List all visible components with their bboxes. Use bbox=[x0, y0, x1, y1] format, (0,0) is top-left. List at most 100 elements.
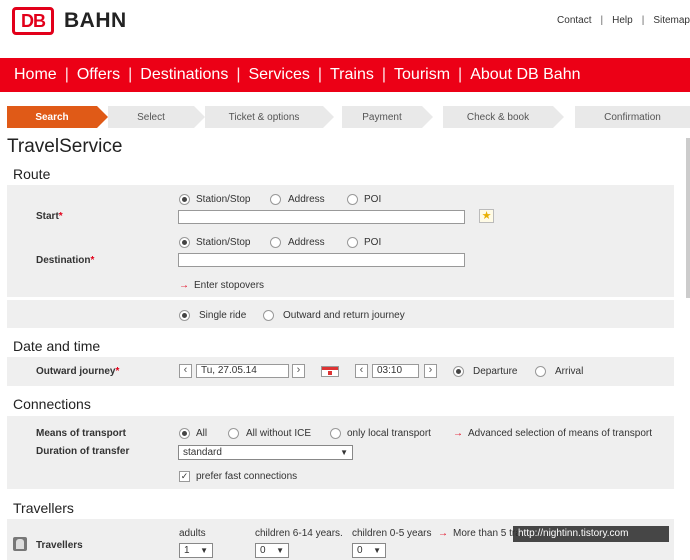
fast-connections-label: prefer fast connections bbox=[196, 471, 298, 482]
step-label: Check & book bbox=[466, 111, 530, 123]
stopovers-text: Enter stopovers bbox=[194, 280, 265, 291]
destination-input[interactable] bbox=[178, 253, 465, 267]
start-input[interactable] bbox=[178, 210, 465, 224]
step-label: Payment bbox=[362, 111, 402, 123]
chevron-down-icon: ▼ bbox=[276, 546, 284, 555]
destination-address-radio[interactable] bbox=[270, 237, 281, 248]
required-mark: * bbox=[58, 211, 63, 222]
destination-label: Destination* bbox=[36, 255, 94, 266]
db-logo[interactable]: DB BAHN bbox=[12, 7, 127, 35]
main-nav: Home | Offers | Destinations | Services | Tr… bbox=[0, 58, 690, 92]
enter-stopovers-link[interactable]: → Enter stopovers bbox=[179, 280, 264, 291]
start-label-text: Start bbox=[36, 211, 59, 222]
next-date-button[interactable]: › bbox=[292, 364, 305, 378]
required-mark: * bbox=[90, 255, 95, 266]
all-without-ice-label: All without ICE bbox=[246, 428, 312, 439]
traveller-icon bbox=[13, 537, 27, 551]
nav-services[interactable]: Services bbox=[248, 66, 309, 84]
fast-connections-checkbox[interactable]: ✓ bbox=[179, 471, 190, 482]
previous-time-button[interactable]: ‹ bbox=[355, 364, 368, 378]
start-poi-radio[interactable] bbox=[347, 194, 358, 205]
divider: | bbox=[236, 66, 241, 83]
outward-journey-label: Outward journey* bbox=[36, 366, 119, 377]
nav-tourism[interactable]: Tourism bbox=[394, 66, 450, 84]
nav-about[interactable]: About DB Bahn bbox=[470, 66, 580, 84]
route-heading: Route bbox=[13, 166, 51, 182]
more-travellers-link[interactable]: → More than 5 tra bbox=[438, 528, 521, 539]
transfer-duration-select[interactable]: standard ▼ bbox=[178, 445, 353, 460]
all-without-ice-radio[interactable] bbox=[228, 428, 239, 439]
travellers-heading: Travellers bbox=[13, 500, 74, 516]
return-journey-label: Outward and return journey bbox=[283, 310, 405, 321]
favorites-star-icon[interactable]: ★ bbox=[479, 209, 494, 223]
transfer-duration-value: standard bbox=[183, 447, 222, 458]
previous-date-button[interactable]: ‹ bbox=[179, 364, 192, 378]
all-transport-label: All bbox=[196, 428, 208, 439]
sitemap-link[interactable]: Sitemap bbox=[653, 15, 690, 26]
top-links: Contact | Help | Sitemap bbox=[557, 15, 690, 26]
station-option-label: Station/Stop bbox=[196, 237, 251, 248]
children-0-5-select[interactable]: 0 ▼ bbox=[352, 543, 386, 558]
chevron-down-icon: ▼ bbox=[373, 546, 381, 555]
children-6-14-select[interactable]: 0 ▼ bbox=[255, 543, 289, 558]
outward-label-text: Outward journey bbox=[36, 366, 116, 377]
page-title: TravelService bbox=[7, 136, 123, 157]
destination-station-radio[interactable] bbox=[179, 237, 190, 248]
duration-of-transfer-label: Duration of transfer bbox=[36, 446, 130, 457]
station-option-label: Station/Stop bbox=[196, 194, 251, 205]
local-transport-radio[interactable] bbox=[330, 428, 341, 439]
nav-destinations[interactable]: Destinations bbox=[140, 66, 228, 84]
advanced-selection-text: Advanced selection of means of transport bbox=[468, 428, 652, 439]
step-label: Ticket & options bbox=[228, 111, 300, 123]
single-ride-label: Single ride bbox=[199, 310, 247, 321]
watermark: http://nightinn.tistory.com bbox=[513, 526, 669, 542]
help-link[interactable]: Help bbox=[612, 15, 633, 26]
start-label: Start* bbox=[36, 211, 63, 222]
start-address-radio[interactable] bbox=[270, 194, 281, 205]
single-ride-radio[interactable] bbox=[179, 310, 190, 321]
travellers-label: Travellers bbox=[36, 540, 83, 551]
date-input[interactable]: Tu, 27.05.14 bbox=[196, 364, 289, 378]
divider: | bbox=[381, 66, 387, 83]
divider: | bbox=[600, 15, 604, 26]
nav-home[interactable]: Home bbox=[14, 66, 57, 84]
adults-label: adults bbox=[179, 528, 206, 539]
means-of-transport-label: Means of transport bbox=[36, 428, 127, 439]
arrival-label: Arrival bbox=[555, 366, 584, 377]
start-station-radio[interactable] bbox=[179, 194, 190, 205]
divider: | bbox=[128, 66, 133, 83]
contact-link[interactable]: Contact bbox=[557, 15, 591, 26]
divider: | bbox=[317, 66, 322, 83]
return-journey-radio[interactable] bbox=[263, 310, 274, 321]
divider: | bbox=[458, 66, 463, 83]
advanced-selection-link[interactable]: → Advanced selection of means of transpor… bbox=[453, 428, 652, 439]
step-confirmation: Confirmation bbox=[575, 106, 690, 128]
arrow-right-icon: → bbox=[438, 528, 448, 539]
children-0-5-value: 0 bbox=[357, 545, 363, 556]
nav-offers[interactable]: Offers bbox=[77, 66, 120, 84]
arrival-radio[interactable] bbox=[535, 366, 546, 377]
route-panel bbox=[7, 185, 674, 297]
arrow-right-icon: → bbox=[179, 280, 189, 291]
adults-select[interactable]: 1 ▼ bbox=[179, 543, 213, 558]
nav-trains[interactable]: Trains bbox=[330, 66, 374, 84]
destination-poi-radio[interactable] bbox=[347, 237, 358, 248]
step-check-book: Check & book bbox=[443, 106, 564, 128]
address-option-label: Address bbox=[288, 194, 325, 205]
all-transport-radio[interactable] bbox=[179, 428, 190, 439]
time-input[interactable]: 03:10 bbox=[372, 364, 419, 378]
departure-radio[interactable] bbox=[453, 366, 464, 377]
step-select: Select bbox=[108, 106, 205, 128]
db-logo-mark: DB bbox=[12, 7, 54, 35]
children-6-14-value: 0 bbox=[260, 545, 266, 556]
divider: | bbox=[64, 66, 69, 83]
next-time-button[interactable]: › bbox=[424, 364, 437, 378]
destination-label-text: Destination bbox=[36, 255, 91, 266]
poi-option-label: POI bbox=[364, 194, 382, 205]
children-6-14-label: children 6-14 years. bbox=[255, 528, 343, 539]
connections-heading: Connections bbox=[13, 396, 91, 412]
step-search: Search bbox=[7, 106, 108, 128]
scrollbar[interactable] bbox=[686, 138, 690, 298]
calendar-icon[interactable] bbox=[321, 366, 339, 377]
chevron-down-icon: ▼ bbox=[200, 546, 208, 555]
